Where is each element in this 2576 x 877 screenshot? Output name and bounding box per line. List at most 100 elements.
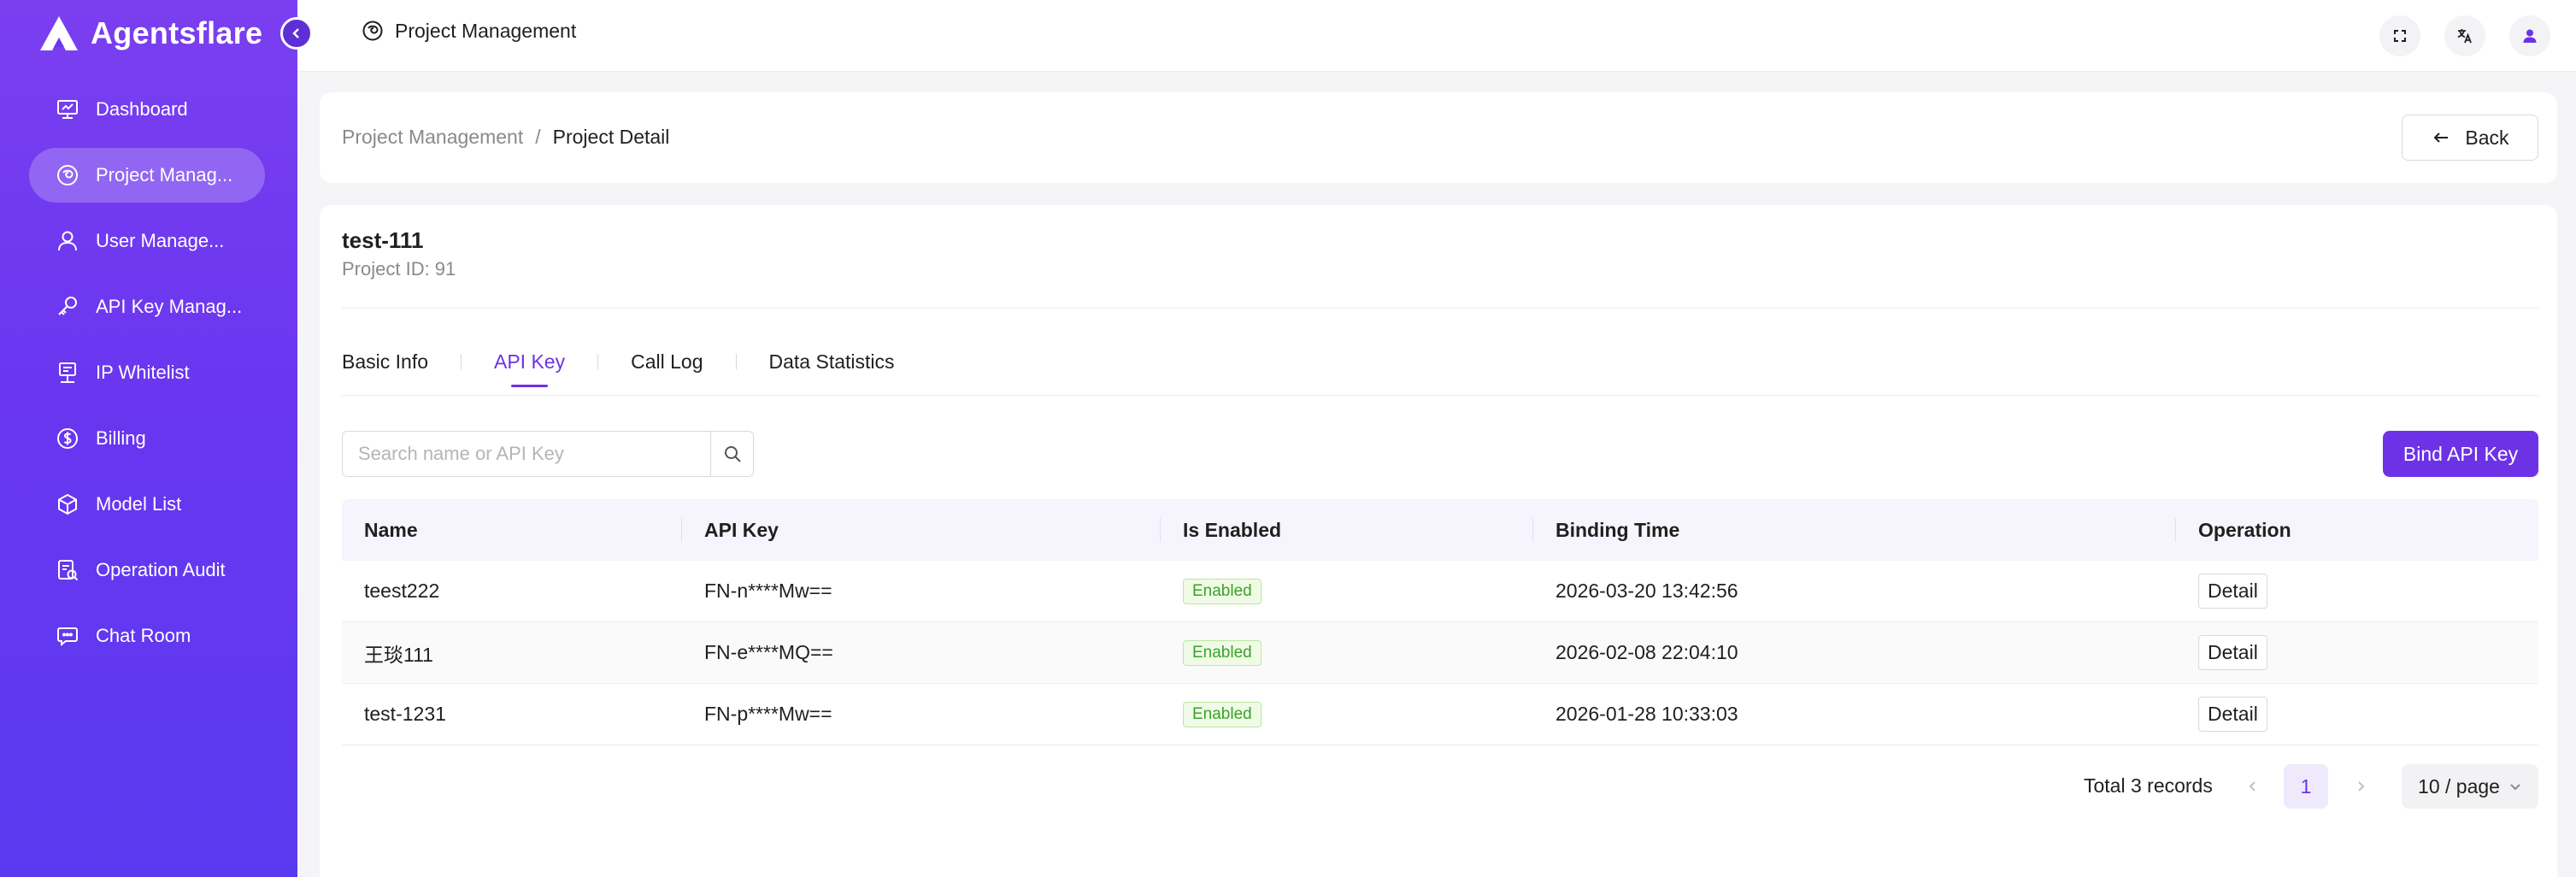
cell-name: test-1231 (364, 703, 446, 725)
sidebar-item-user-management[interactable]: User Manage... (29, 214, 265, 268)
table-row: test-1231 FN-p****Mw== Enabled 2026-01-2… (342, 684, 2538, 745)
chevron-left-icon (2249, 781, 2255, 792)
divider (342, 308, 2538, 309)
chevron-right-icon (2358, 781, 2365, 792)
key-icon (55, 294, 80, 320)
breadcrumb-current: Project Detail (552, 126, 670, 148)
tab-divider (735, 354, 737, 369)
cell-binding-time: 2026-03-20 13:42:56 (1556, 580, 1738, 602)
status-badge: Enabled (1183, 639, 1262, 666)
breadcrumb-separator: / (535, 126, 541, 148)
sidebar-item-operation-audit[interactable]: Operation Audit (29, 543, 265, 597)
dollar-icon (55, 426, 80, 451)
status-badge: Enabled (1183, 578, 1262, 604)
model-icon (55, 491, 80, 517)
chevron-left-icon (292, 28, 299, 38)
column-header-binding-time: Binding Time (1533, 499, 2176, 561)
breadcrumb: Project Management / Project Detail (342, 126, 669, 149)
sidebar-item-label: Billing (96, 427, 146, 449)
brand[interactable]: Agentsflare (38, 14, 262, 53)
sidebar: Agentsflare Dashboard Project Manag... U… (0, 0, 297, 877)
total-records: Total 3 records (2084, 774, 2213, 797)
project-icon (55, 162, 80, 188)
search-button[interactable] (710, 432, 753, 476)
project-id: Project ID: 91 (342, 258, 456, 280)
column-header-operation: Operation (2198, 518, 2291, 541)
sidebar-item-dashboard[interactable]: Dashboard (29, 82, 265, 137)
sidebar-item-label: Dashboard (96, 98, 188, 120)
api-key-table: Name API Key Is Enabled Binding Time Ope… (342, 499, 2538, 745)
sidebar-item-billing[interactable]: Billing (29, 411, 265, 466)
chat-icon (55, 623, 80, 649)
column-header-name: Name (342, 499, 682, 561)
page-size-value: 10 / page (2418, 774, 2500, 798)
sidebar-nav: Dashboard Project Manag... User Manage..… (29, 82, 265, 674)
page-button[interactable]: 1 (2284, 764, 2328, 809)
table-row: teest222 FN-n****Mw== Enabled 2026-03-20… (342, 561, 2538, 622)
sidebar-item-chat-room[interactable]: Chat Room (29, 609, 265, 663)
sidebar-item-api-key-management[interactable]: API Key Manag... (29, 280, 265, 334)
fullscreen-button[interactable] (2379, 15, 2420, 56)
pagination: Total 3 records 1 10 / page (320, 762, 2557, 810)
collapse-sidebar-button[interactable] (280, 17, 313, 50)
next-page-button[interactable] (2350, 776, 2371, 797)
cell-name: teest222 (364, 580, 440, 602)
sidebar-item-ip-whitelist[interactable]: IP Whitelist (29, 345, 265, 400)
prev-page-button[interactable] (2243, 776, 2263, 797)
table-header: Name API Key Is Enabled Binding Time Ope… (342, 499, 2538, 561)
search-input[interactable] (343, 432, 710, 476)
cell-api-key: FN-n****Mw== (704, 580, 832, 602)
language-button[interactable] (2444, 15, 2485, 56)
sidebar-item-project-management[interactable]: Project Manag... (29, 148, 265, 203)
divider (342, 395, 2538, 396)
app-root: Agentsflare Dashboard Project Manag... U… (0, 0, 2576, 877)
chevron-down-icon (2510, 784, 2520, 791)
user-icon (55, 228, 80, 254)
cell-binding-time: 2026-01-28 10:33:03 (1556, 703, 1738, 725)
table-row: 王琰111 FN-e****MQ== Enabled 2026-02-08 22… (342, 622, 2538, 684)
tabs: Basic Info API Key Call Log Data Statist… (342, 350, 895, 388)
sidebar-item-label: Chat Room (96, 625, 191, 646)
project-name: test-111 (342, 227, 424, 253)
translate-icon (2457, 29, 2472, 44)
breadcrumb-project-management[interactable]: Project Management (342, 126, 523, 149)
breadcrumb-card: Project Management / Project Detail Back (320, 92, 2557, 183)
user-avatar[interactable] (2509, 15, 2550, 56)
tab-divider (461, 354, 462, 369)
back-button-label: Back (2465, 126, 2509, 149)
cell-name: 王琰111 (364, 643, 433, 666)
ip-icon (55, 360, 80, 386)
page-size-select[interactable]: 10 / page (2402, 764, 2538, 809)
tab-data-statistics[interactable]: Data Statistics (769, 350, 895, 387)
arrow-left-icon (2434, 132, 2449, 143)
status-badge: Enabled (1183, 701, 1262, 727)
sidebar-item-label: User Manage... (96, 230, 225, 251)
project-icon (362, 21, 383, 41)
column-header-is-enabled: Is Enabled (1161, 499, 1533, 561)
sidebar-item-label: API Key Manag... (96, 296, 243, 317)
detail-button[interactable]: Detail (2198, 635, 2267, 670)
tab-basic-info[interactable]: Basic Info (342, 350, 428, 387)
top-bar: Project Management (297, 0, 2576, 72)
column-header-api-key: API Key (682, 499, 1161, 561)
detail-button[interactable]: Detail (2198, 697, 2267, 732)
search-icon (724, 446, 741, 462)
tab-api-key[interactable]: API Key (494, 350, 565, 387)
fullscreen-icon (2394, 30, 2406, 42)
user-avatar-icon (2523, 29, 2537, 43)
cell-api-key: FN-p****Mw== (704, 703, 832, 725)
sidebar-item-label: Operation Audit (96, 559, 226, 580)
bind-api-key-button[interactable]: Bind API Key (2383, 431, 2538, 477)
tab-call-log[interactable]: Call Log (631, 350, 703, 387)
search-box (342, 431, 754, 477)
cell-binding-time: 2026-02-08 22:04:10 (1556, 641, 1738, 663)
sidebar-item-label: IP Whitelist (96, 362, 190, 383)
sidebar-item-label: Model List (96, 493, 182, 515)
audit-icon (55, 557, 80, 583)
sidebar-item-model-list[interactable]: Model List (29, 477, 265, 532)
detail-button[interactable]: Detail (2198, 574, 2267, 609)
project-detail-card: test-111 Project ID: 91 Basic Info API K… (320, 205, 2557, 877)
cell-api-key: FN-e****MQ== (704, 641, 833, 663)
sidebar-item-label: Project Manag... (96, 164, 233, 185)
back-button[interactable]: Back (2402, 115, 2538, 161)
